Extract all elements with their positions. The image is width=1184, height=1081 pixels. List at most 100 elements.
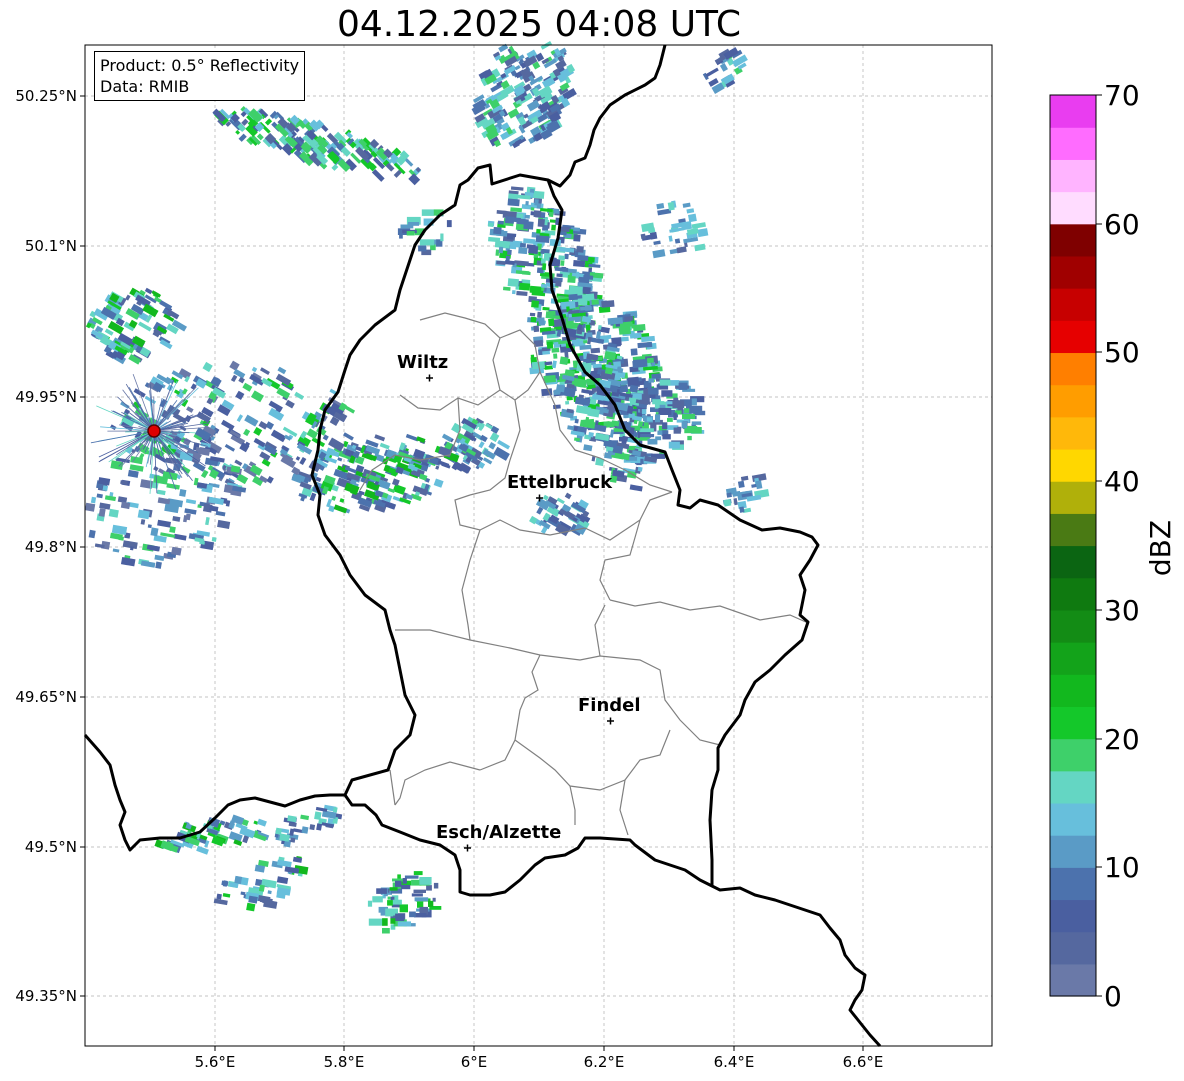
colorbar-tick-label: 10: [1104, 851, 1140, 884]
radar-echo-cell: [230, 374, 238, 383]
radar-echo-cell: [417, 901, 424, 908]
radar-echo-cell: [419, 239, 435, 246]
radar-echo-cell: [655, 414, 661, 423]
radar-echo-cell: [390, 918, 396, 924]
radar-echo-cell: [555, 384, 566, 393]
radar-echo-cell: [306, 428, 319, 440]
colorbar-swatch: [1050, 770, 1096, 804]
lat-tick-label: 50.25°N: [15, 87, 77, 105]
colorbar-swatch: [1050, 513, 1096, 547]
radar-echo-cell: [404, 875, 419, 879]
radar-echo-cell: [592, 363, 602, 369]
radar-echo-cell: [672, 400, 685, 409]
radar-echo-cell: [549, 219, 556, 223]
latitude-ticks: 50.25°N 50.1°N 49.95°N 49.8°N 49.65°N 49…: [15, 87, 85, 1005]
radar-echo-cell: [399, 234, 403, 239]
radar-echo-cell: [294, 391, 305, 400]
radar-echo-cell: [246, 902, 256, 912]
radar-echo-cell: [554, 266, 569, 272]
colorbar-swatch: [1050, 320, 1096, 354]
radar-echo-cell: [581, 388, 594, 395]
colorbar-swatch: [1050, 288, 1096, 321]
radar-echo-cell: [629, 384, 639, 393]
radar-echo-cell: [120, 557, 136, 567]
radar-echo-cell: [127, 469, 139, 478]
lon-tick-label: 6.6°E: [843, 1053, 884, 1071]
radar-echo-cell: [342, 432, 354, 441]
radar-echo-cell: [112, 548, 120, 553]
colorbar-tick-label: 30: [1104, 594, 1140, 627]
radar-echo-cell: [487, 222, 494, 227]
radar-echo-cell: [677, 426, 682, 432]
radar-echo-cell: [533, 210, 542, 218]
radar-echo-cell: [441, 433, 453, 443]
radar-echo-cell: [216, 893, 222, 900]
radar-echo-cell: [573, 234, 581, 242]
radar-echo-cell: [523, 238, 536, 245]
radar-echo-cell: [733, 498, 738, 506]
radar-echo-cell: [686, 208, 695, 214]
radar-echo-cell: [202, 361, 213, 373]
radar-echo-cell: [538, 317, 546, 326]
radar-echo-cell: [691, 222, 706, 230]
radar-echo-cell: [172, 516, 181, 522]
radar-echo-cell: [682, 413, 696, 419]
colorbar-swatch: [1050, 384, 1096, 418]
radar-echo-cell: [639, 428, 654, 433]
radar-echo-cell: [564, 492, 572, 500]
radar-echo-cell: [406, 231, 415, 236]
radar-echo-cell: [659, 379, 671, 386]
radar-echo-cell: [489, 432, 500, 443]
radar-echo-cell: [433, 882, 439, 889]
radar-echo-cell: [337, 457, 343, 462]
radar-echo-cell: [238, 376, 245, 384]
colorbar-swatch: [1050, 545, 1096, 579]
radar-echo-cell: [723, 499, 732, 507]
radar-echo-cell: [694, 243, 706, 252]
radar-echo-cell: [267, 890, 272, 895]
radar-echo-cell: [222, 893, 231, 898]
radar-echo-cell: [418, 245, 427, 252]
radar-echo-cell: [411, 893, 423, 897]
radar-echo-cell: [428, 900, 434, 907]
radar-echo-cell: [507, 278, 519, 287]
radar-echo-cell: [525, 201, 529, 206]
radar-echo-cell: [258, 421, 268, 430]
radar-echo-cell: [524, 214, 530, 219]
radar-echo-cell: [478, 441, 485, 449]
radar-echo-cell: [316, 823, 323, 831]
radar-echo-cell: [215, 510, 226, 517]
radar-echo-cell: [583, 444, 593, 452]
radar-echo-cell: [217, 519, 231, 529]
radar-echo-cell: [577, 254, 589, 262]
radar-echo-cell: [518, 247, 528, 255]
radar-echo-cell: [510, 186, 524, 191]
radar-echo-cell: [648, 378, 654, 383]
radar-echo-cell: [528, 245, 539, 254]
radar-echo-cell: [387, 900, 394, 906]
radar-echo-cell: [391, 478, 400, 487]
radar-echo-cell: [651, 373, 662, 379]
radar-echo-cell: [506, 234, 514, 240]
radar-echo-cell: [244, 414, 259, 427]
radar-echo-cell: [662, 434, 671, 440]
radar-echo-cell: [256, 133, 264, 141]
city-marker-findel: [607, 717, 614, 725]
radar-echo-cell: [573, 260, 586, 268]
radar-echo-cell: [224, 444, 236, 452]
radar-echo-cell: [600, 425, 607, 433]
radar-echo-cell: [574, 418, 579, 424]
radar-echo-cell: [515, 270, 530, 275]
radar-echo-cell: [185, 498, 197, 505]
radar-echo-cell: [668, 441, 680, 449]
radar-echo-cell: [253, 426, 263, 436]
radar-echo-cell: [652, 249, 666, 259]
radar-echo-cell: [157, 497, 171, 505]
radar-echo-cell: [551, 224, 556, 231]
colorbar-swatch: [1050, 706, 1096, 740]
radar-echo-cell: [228, 820, 236, 829]
data-source-label: Data: RMIB: [100, 77, 190, 96]
radar-echo-cell: [624, 316, 634, 322]
radar-echo-cell: [737, 480, 745, 489]
radar-echo-cell: [498, 246, 504, 254]
